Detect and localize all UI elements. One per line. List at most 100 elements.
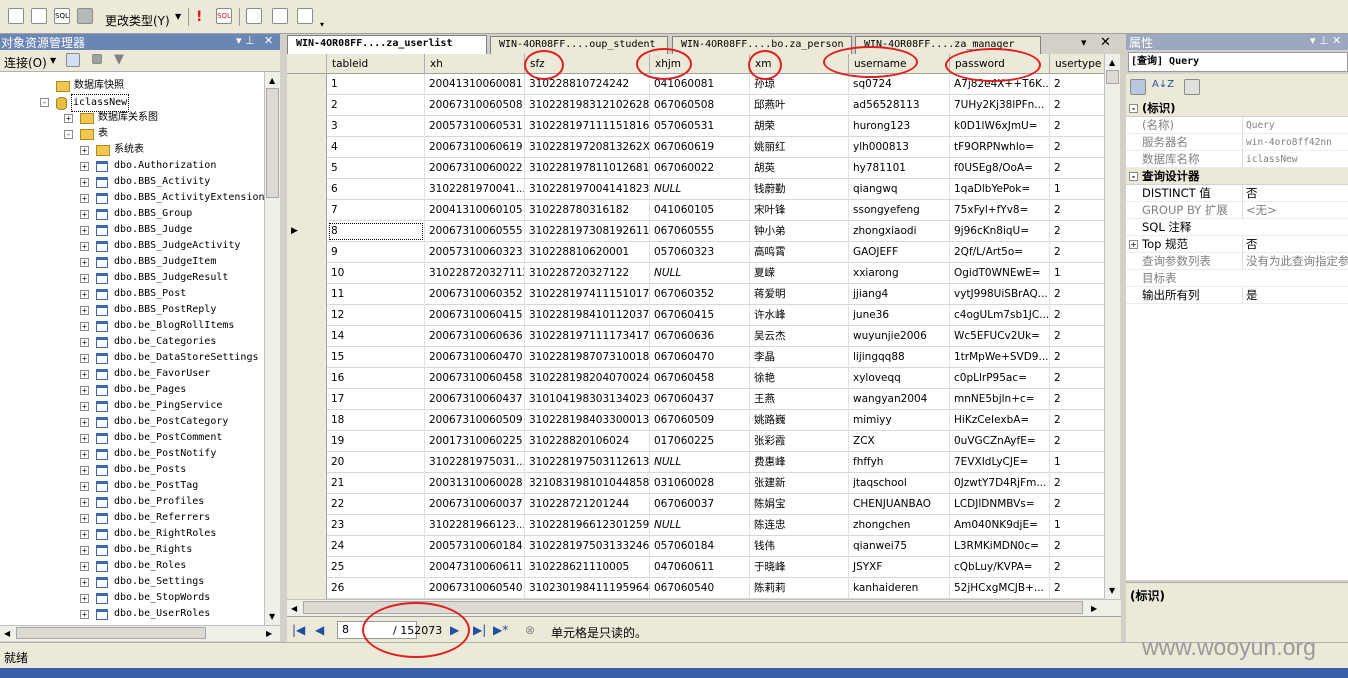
expand-icon[interactable]: + — [80, 594, 89, 603]
property-row[interactable]: + Top 规范 否 — [1126, 236, 1348, 253]
cell-sfz[interactable]: 310228780316182 — [525, 200, 650, 221]
add-table-icon[interactable] — [272, 8, 288, 24]
tree-item-table[interactable]: dbo.be_FavorUser — [96, 366, 210, 382]
cell-xhjm[interactable]: 067060352 — [650, 284, 750, 305]
sort-alphabetical-icon[interactable]: A↓Z — [1152, 79, 1174, 90]
table-row[interactable]: 26 20067310060540 310230198411195964 067060… — [287, 578, 1104, 599]
cell-xh[interactable]: 20057310060531 — [425, 116, 525, 137]
cell-xh[interactable]: 20067310060470 — [425, 347, 525, 368]
verify-sql-icon[interactable]: SQL — [216, 8, 232, 24]
cell-xh[interactable]: 3102281966123... — [425, 515, 525, 536]
property-value[interactable]: 没有为此查询指定参数 — [1242, 253, 1348, 270]
cell-username[interactable]: xxiarong — [849, 263, 950, 284]
cell-xh[interactable]: 20067310060458 — [425, 368, 525, 389]
cell-sfz[interactable]: 310104198303134023 — [525, 389, 650, 410]
cell-xh[interactable]: 20057310060184 — [425, 536, 525, 557]
table-row[interactable]: 20 3102281975031... 310228197503112613 NULL… — [287, 452, 1104, 473]
cell-username[interactable]: zhongxiaodi — [849, 221, 950, 242]
row-header[interactable] — [287, 137, 327, 158]
cell-xhjm[interactable]: 067060415 — [650, 305, 750, 326]
cell-sfz[interactable]: 310228196612301259 — [525, 515, 650, 536]
cell-password[interactable]: mnNE5bjln+c= — [950, 389, 1050, 410]
expand-icon[interactable]: + — [80, 562, 89, 571]
cell-usertype[interactable]: 2 — [1050, 326, 1104, 347]
scroll-thumb[interactable] — [266, 88, 279, 198]
tree-item-table[interactable]: dbo.be_RightRoles — [96, 526, 216, 542]
expand-icon[interactable]: + — [80, 466, 89, 475]
cell-password[interactable]: 0JzwtY7D4RjFm... — [950, 473, 1050, 494]
table-row[interactable]: 12 20067310060415 310228198410112037 067060… — [287, 305, 1104, 326]
cell-tableid[interactable]: 20 — [327, 452, 425, 473]
cell-xm[interactable]: 李晶 — [750, 347, 849, 368]
property-row[interactable]: 目标表 — [1126, 270, 1348, 287]
cell-sfz[interactable]: 310230198411195964 — [525, 578, 650, 599]
tree-item-table[interactable]: dbo.BBS_Group — [96, 206, 192, 222]
grid-corner[interactable] — [287, 54, 327, 74]
cell-sfz[interactable]: 310228198312102628 — [525, 95, 650, 116]
close-icon[interactable]: ✕ — [264, 34, 273, 47]
table-row[interactable]: 16 20067310060458 310228198204070024 067060… — [287, 368, 1104, 389]
row-header[interactable] — [287, 494, 327, 515]
execute-sql-icon[interactable]: ! — [196, 9, 202, 25]
cell-username[interactable]: jjiang4 — [849, 284, 950, 305]
cell-sfz[interactable]: 310228197503133246 — [525, 536, 650, 557]
cell-usertype[interactable]: 2 — [1050, 536, 1104, 557]
tree-item-table[interactable]: dbo.be_Roles — [96, 558, 186, 574]
close-icon[interactable]: ✕ — [1100, 35, 1111, 50]
cell-tableid[interactable]: 2 — [327, 95, 425, 116]
column-header-tableid[interactable]: tableid — [327, 54, 425, 74]
grid-vertical-scrollbar[interactable]: ▲ ▼ — [1104, 54, 1120, 599]
last-record-icon[interactable]: ▶| — [473, 623, 486, 637]
cell-tableid[interactable]: 4 — [327, 137, 425, 158]
cell-usertype[interactable]: 2 — [1050, 389, 1104, 410]
expand-icon[interactable]: + — [80, 498, 89, 507]
cell-usertype[interactable]: 2 — [1050, 200, 1104, 221]
cell-xhjm[interactable]: 067060555 — [650, 221, 750, 242]
cell-xm[interactable]: 钱伟 — [750, 536, 849, 557]
expand-icon[interactable]: + — [80, 162, 89, 171]
property-value[interactable]: Query — [1242, 117, 1348, 134]
table-row[interactable]: 5 20067310060022 310228197811012681 0670600… — [287, 158, 1104, 179]
cell-xhjm[interactable]: 057060184 — [650, 536, 750, 557]
cell-password[interactable]: Wc5EFUCv2Uk= — [950, 326, 1050, 347]
cell-xm[interactable]: 吴云杰 — [750, 326, 849, 347]
expand-icon[interactable]: + — [80, 290, 89, 299]
tree-item-table[interactable]: dbo.be_PostNotify — [96, 446, 216, 462]
cell-tableid[interactable]: 26 — [327, 578, 425, 599]
cell-xm[interactable]: 夏嵘 — [750, 263, 849, 284]
expand-icon[interactable]: + — [80, 450, 89, 459]
table-row[interactable]: 15 20067310060470 310228198707310018 067060… — [287, 347, 1104, 368]
cell-usertype[interactable]: 2 — [1050, 284, 1104, 305]
add-derived-table-icon[interactable] — [297, 8, 313, 24]
row-header[interactable] — [287, 179, 327, 200]
row-header[interactable] — [287, 557, 327, 578]
cell-username[interactable]: hurong123 — [849, 116, 950, 137]
cell-password[interactable]: 1qaDlbYePok= — [950, 179, 1050, 200]
expand-icon[interactable]: + — [80, 338, 89, 347]
cell-sfz[interactable]: 310228198403300013 — [525, 410, 650, 431]
cell-sfz[interactable]: 310228721201244 — [525, 494, 650, 515]
cell-usertype[interactable]: 2 — [1050, 578, 1104, 599]
property-value[interactable]: win-4oro8ff42nn — [1242, 134, 1348, 151]
expand-icon[interactable]: + — [80, 322, 89, 331]
cell-password[interactable]: tF9ORPNwhlo= — [950, 137, 1050, 158]
table-row[interactable]: 6 3102281970041... 310228197004141823 NULL 钱… — [287, 179, 1104, 200]
property-row[interactable]: (名称) Query — [1126, 117, 1348, 134]
cell-xh[interactable]: 3102287203271122 — [425, 263, 525, 284]
cell-tableid[interactable]: 23 — [327, 515, 425, 536]
show-diagram-pane-icon[interactable] — [8, 8, 24, 24]
cell-password[interactable]: 75xFyl+fYv8= — [950, 200, 1050, 221]
cell-tableid[interactable]: 3 — [327, 116, 425, 137]
tree-item-table[interactable]: dbo.be_Categories — [96, 334, 216, 350]
group-by-icon[interactable] — [246, 8, 262, 24]
table-row[interactable]: 25 20047310060611 310228621110005 047060611… — [287, 557, 1104, 578]
cell-xhjm[interactable]: 067060458 — [650, 368, 750, 389]
cell-xhjm[interactable]: NULL — [650, 452, 750, 473]
tree-item-table[interactable]: dbo.BBS_PostReply — [96, 302, 216, 318]
cell-sfz[interactable]: 310228197503112613 — [525, 452, 650, 473]
cell-xhjm[interactable]: 067060636 — [650, 326, 750, 347]
property-row[interactable]: SQL 注释 — [1126, 219, 1348, 236]
cell-username[interactable]: lijingqq88 — [849, 347, 950, 368]
cell-username[interactable]: hy781101 — [849, 158, 950, 179]
cell-usertype[interactable]: 2 — [1050, 410, 1104, 431]
